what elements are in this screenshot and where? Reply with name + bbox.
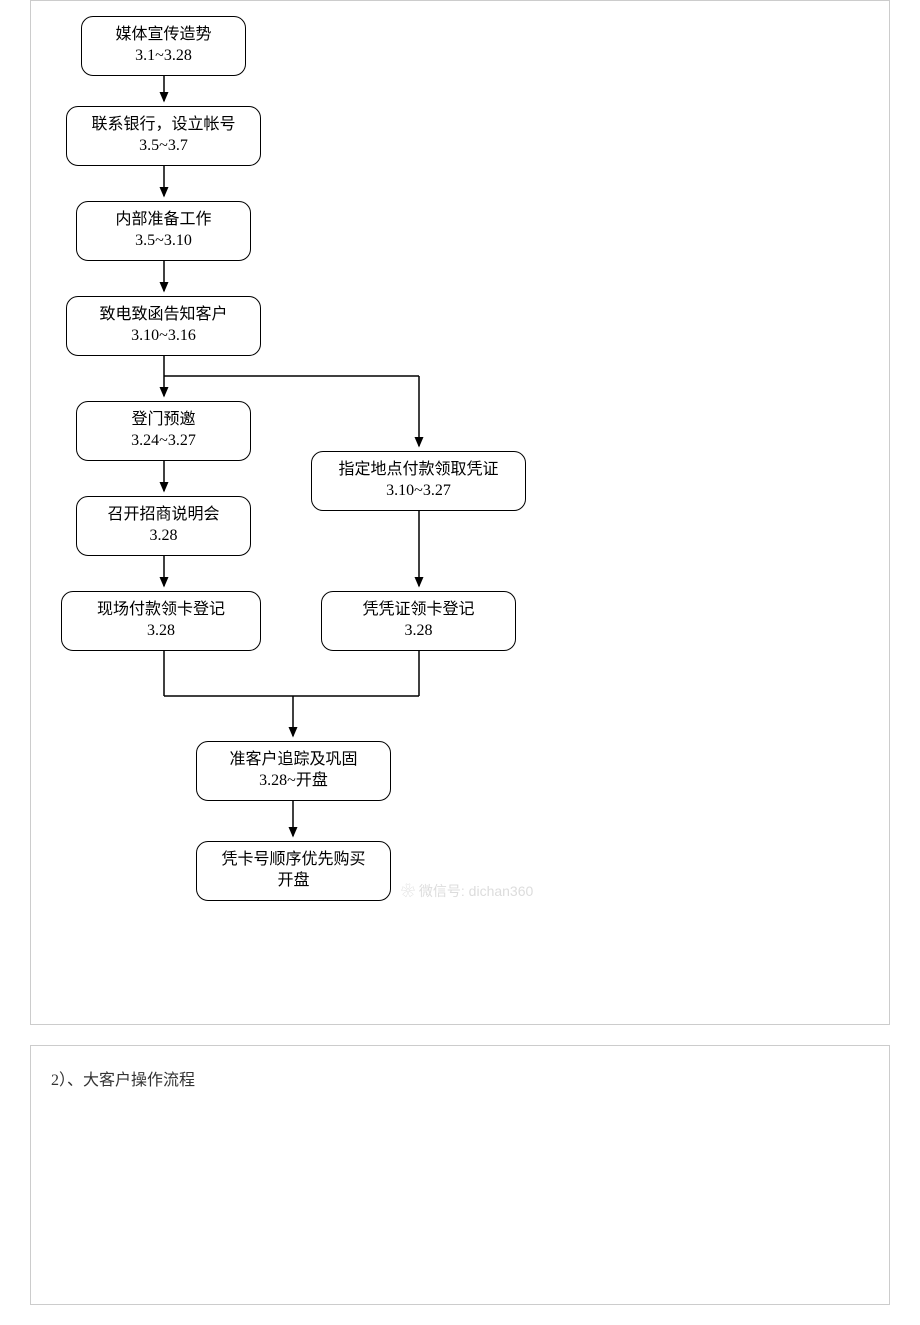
node-visit-invite: 登门预邀 3.24~3.27 [76,401,251,461]
node-media-promo: 媒体宣传造势 3.1~3.28 [81,16,246,76]
node-purchase-by-card: 凭卡号顺序优先购买 开盘 [196,841,391,901]
node-designated-pay-voucher: 指定地点付款领取凭证 3.10~3.27 [311,451,526,511]
node-date: 3.28~开盘 [259,771,328,792]
node-title: 指定地点付款领取凭证 [338,460,498,481]
node-followup: 准客户追踪及巩固 3.28~开盘 [196,741,391,801]
node-internal-prep: 内部准备工作 3.5~3.10 [76,201,251,261]
node-date: 3.24~3.27 [131,431,196,452]
wechat-icon: ❀ [401,883,419,899]
node-date: 3.28 [147,621,175,642]
node-date: 3.5~3.7 [139,136,188,157]
node-date: 3.10~3.27 [386,481,451,502]
node-title: 召开招商说明会 [107,505,219,526]
node-title: 媒体宣传造势 [115,25,211,46]
node-title: 现场付款领卡登记 [97,600,225,621]
node-date: 3.5~3.10 [135,231,192,252]
node-voucher-card-reg: 凭凭证领卡登记 3.28 [321,591,516,651]
node-notify-clients: 致电致函告知客户 3.10~3.16 [66,296,261,356]
node-date: 开盘 [277,871,309,892]
node-title: 凭卡号顺序优先购买 [221,850,365,871]
node-date: 3.28 [150,526,178,547]
node-title: 准客户追踪及巩固 [229,750,357,771]
section-2-panel: 2）、大客户操作流程 [30,1045,890,1305]
node-title: 联系银行，设立帐号 [91,115,235,136]
section-2-heading: 2）、大客户操作流程 [51,1066,869,1090]
node-title: 登门预邀 [131,410,195,431]
node-title: 致电致函告知客户 [99,305,227,326]
flowchart-panel: 媒体宣传造势 3.1~3.28 联系银行，设立帐号 3.5~3.7 内部准备工作… [30,0,890,1025]
node-date: 3.28 [405,621,433,642]
node-date: 3.1~3.28 [135,46,192,67]
node-bank-setup: 联系银行，设立帐号 3.5~3.7 [66,106,261,166]
node-title: 凭凭证领卡登记 [362,600,474,621]
node-meeting: 召开招商说明会 3.28 [76,496,251,556]
node-date: 3.10~3.16 [131,326,196,347]
watermark: ❀ 微信号: dichan360 [401,881,533,901]
node-title: 内部准备工作 [115,210,211,231]
node-onsite-pay-card: 现场付款领卡登记 3.28 [61,591,261,651]
